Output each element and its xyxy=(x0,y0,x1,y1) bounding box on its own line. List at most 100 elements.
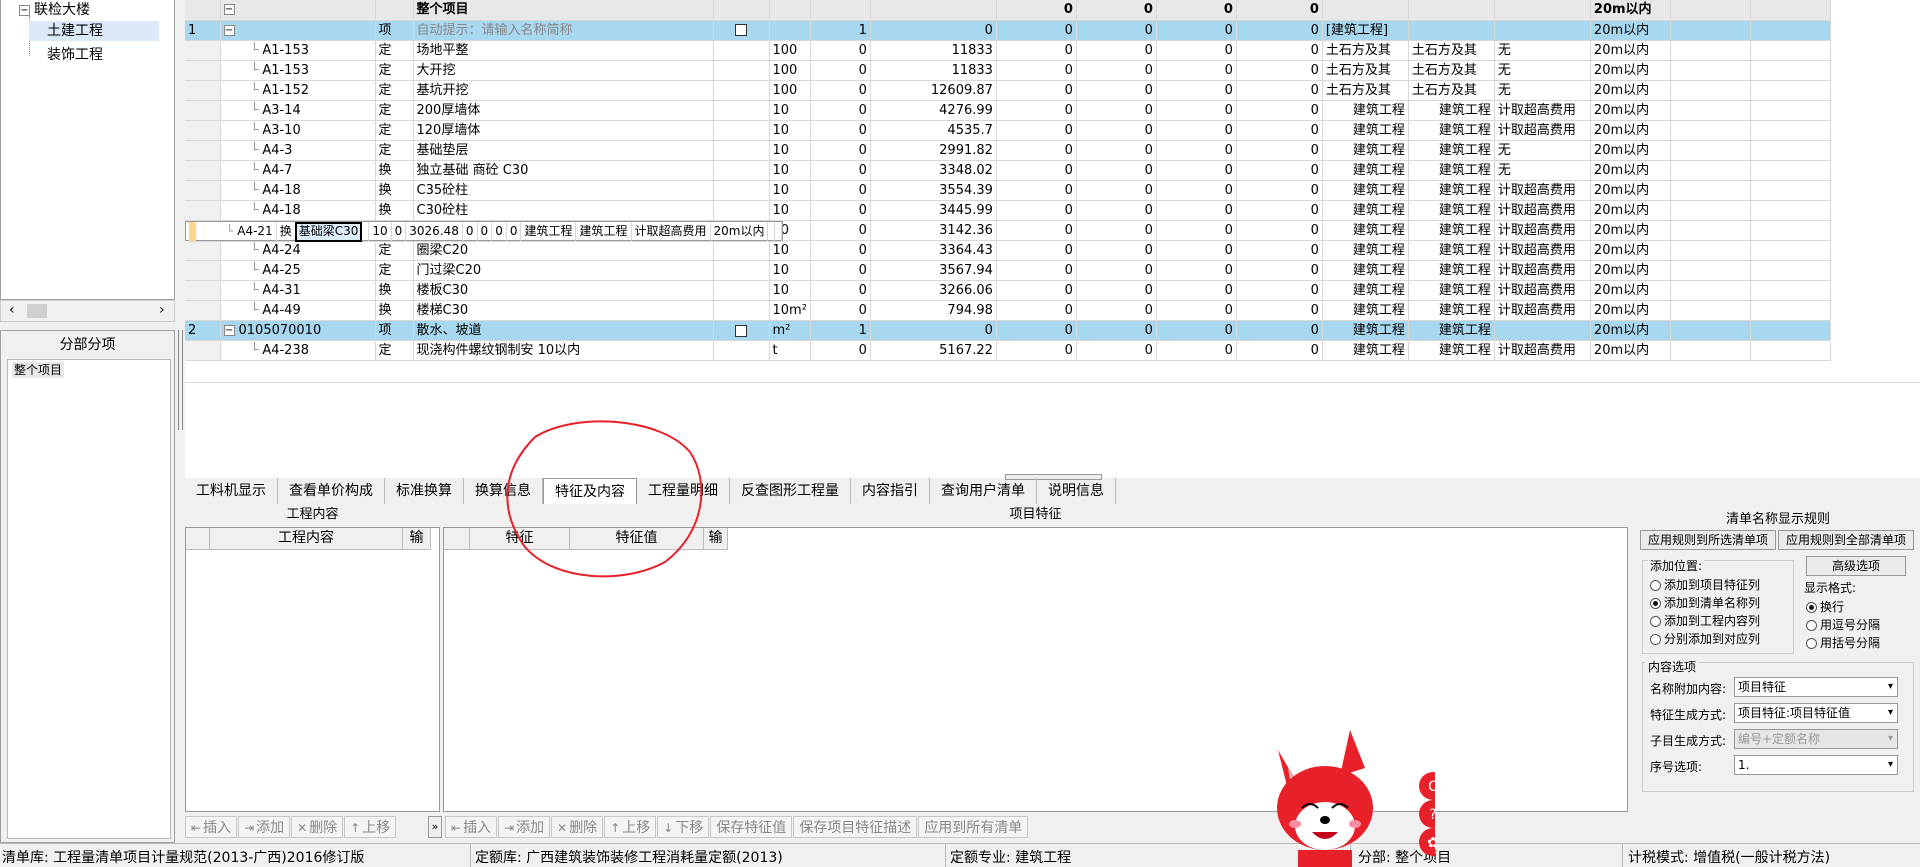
unit-cell[interactable]: 10m² xyxy=(769,300,811,321)
format-option-1[interactable]: 用逗号分隔 xyxy=(1806,617,1880,633)
table-row[interactable]: └ A1-153 定大开挖 100 0 11833 0 0 0 0 土石方及其 土石方及其无 20m以内 xyxy=(185,60,1831,81)
unit-cell[interactable]: 10 xyxy=(769,260,811,281)
unit-cell[interactable]: 10 xyxy=(769,240,811,261)
collapse-icon[interactable]: − xyxy=(19,4,30,16)
specialty-cell[interactable]: 建筑工程 xyxy=(1322,220,1409,241)
height-cell[interactable]: 20m以内 xyxy=(1590,40,1671,61)
specialty2-cell[interactable]: 建筑工程 xyxy=(1408,300,1495,321)
serial-option-select[interactable]: 1. ▾ xyxy=(1734,755,1898,775)
code-cell[interactable]: └ A1-153 xyxy=(220,60,376,81)
unit-cell[interactable]: 10 xyxy=(769,140,811,161)
scroll-thumb[interactable] xyxy=(27,304,47,318)
code-cell[interactable]: └ A4-18 xyxy=(220,180,376,201)
quantity-cell[interactable]: 0 xyxy=(810,100,871,121)
height-cell[interactable]: 20m以内 xyxy=(710,221,769,242)
work-content-column[interactable]: 工程内容 xyxy=(210,528,403,550)
unit-cell[interactable] xyxy=(769,20,811,41)
overheight-cell[interactable]: 计取超高费用 xyxy=(1494,220,1591,241)
row-number[interactable] xyxy=(185,340,221,361)
height-cell[interactable]: 20m以内 xyxy=(1590,200,1671,221)
position-option-2[interactable]: 添加到工程内容列 xyxy=(1650,613,1760,629)
specialty2-cell[interactable]: 建筑工程 xyxy=(1408,200,1495,221)
height-cell[interactable]: 20m以内 xyxy=(1590,300,1671,321)
row-number[interactable] xyxy=(185,160,221,181)
table-row[interactable]: └ A4-7 换独立基础 商砼 C30 10 0 3348.02 0 0 0 0 建筑工程 建筑工程无… xyxy=(185,160,1831,181)
row-number[interactable] xyxy=(185,140,221,161)
checkbox-cell[interactable] xyxy=(713,240,770,261)
specialty-cell[interactable]: 建筑工程 xyxy=(1322,320,1409,341)
code-cell[interactable]: − xyxy=(220,20,376,41)
name-cell[interactable]: 200厚墙体 xyxy=(413,100,714,121)
specialty-cell[interactable]: 建筑工程 xyxy=(1322,300,1409,321)
row-number[interactable] xyxy=(185,260,221,281)
apply-all-button[interactable]: 应用规则到全部清单项 xyxy=(1778,530,1914,550)
checkbox[interactable] xyxy=(735,24,747,36)
height-cell[interactable]: 20m以内 xyxy=(1590,120,1671,141)
checkbox-cell[interactable] xyxy=(713,40,770,61)
table-row[interactable]: └ A1-153 定场地平整 100 0 11833 0 0 0 0 土石方及其 土石方及其无 20m以… xyxy=(185,40,1831,61)
tree-item-civil[interactable]: 土建工程 xyxy=(29,21,159,41)
specialty2-cell[interactable]: 建筑工程 xyxy=(1408,160,1495,181)
checkbox-cell[interactable] xyxy=(713,340,770,361)
unit-cell[interactable]: 10 xyxy=(769,180,811,201)
checkbox-cell[interactable] xyxy=(713,280,770,301)
specialty-cell[interactable]: 建筑工程 xyxy=(1322,340,1409,361)
output-column[interactable]: 输 xyxy=(403,528,431,550)
left-buttons-1[interactable]: ⇥ 添加 xyxy=(238,816,291,838)
table-row[interactable]: └ A4-238 定现浇构件螺纹钢制安 10以内 t 0 5167.22 0 0 0 0 建筑工程建… xyxy=(185,340,1831,361)
height-cell[interactable]: 20m以内 xyxy=(1590,140,1671,161)
checkbox-cell[interactable] xyxy=(713,200,770,221)
unit-cell[interactable]: m² xyxy=(769,320,811,341)
collapse-icon[interactable]: − xyxy=(223,325,235,336)
row-number[interactable] xyxy=(185,180,221,201)
name-cell[interactable]: 大开挖 xyxy=(413,60,714,81)
collapse-icon[interactable]: − xyxy=(223,24,235,36)
scroll-left-icon[interactable]: ‹ xyxy=(9,302,15,318)
radio-icon[interactable] xyxy=(1806,620,1817,631)
quantity-cell[interactable]: 0 xyxy=(810,260,871,281)
table-row[interactable]: └ A4-31 换楼板C30 10 0 3266.06 0 0 0 0 建筑工程 建筑工程 计取超高费用… xyxy=(185,280,1831,301)
table-row[interactable]: └ A1-152 定基坑开挖 100 0 12609.87 0 0 0 0 土石方及其 土石方及其无 2… xyxy=(185,80,1831,101)
division-item[interactable]: 整个项目 xyxy=(12,362,65,378)
name-cell[interactable]: 整个项目 xyxy=(413,0,714,21)
tab-0[interactable]: 工料机显示 xyxy=(185,478,278,504)
feature-buttons-1[interactable]: ⇥ 添加 xyxy=(498,816,551,838)
tab-6[interactable]: 反查图形工程量 xyxy=(730,478,851,504)
height-cell[interactable]: 20m以内 xyxy=(1590,320,1671,341)
checkbox-cell[interactable] xyxy=(361,221,370,242)
grid-root-row[interactable]: − 整个项目 0 0 0 0 20m以内 xyxy=(185,0,1831,21)
height-cell[interactable]: 20m以内 xyxy=(1590,220,1671,241)
height-cell[interactable]: 20m以内 xyxy=(1590,160,1671,181)
feature-buttons-7[interactable]: 应用到所有清单 xyxy=(918,816,1029,838)
quantity-cell[interactable]: 0 xyxy=(810,140,871,161)
specialty2-cell[interactable]: 建筑工程 xyxy=(1408,320,1495,341)
name-cell[interactable]: 基础垫层 xyxy=(413,140,714,161)
overheight-cell[interactable]: 计取超高费用 xyxy=(631,221,711,242)
specialty-cell[interactable]: 建筑工程 xyxy=(1322,100,1409,121)
tree-item-decoration[interactable]: 装饰工程 xyxy=(29,45,103,65)
name-cell[interactable]: 圈梁C20 xyxy=(413,240,714,261)
radio-icon[interactable] xyxy=(1806,638,1817,649)
feature-gen-select[interactable]: 项目特征:项目特征值 ▾ xyxy=(1734,703,1898,723)
code-cell[interactable]: └ A4-31 xyxy=(220,280,376,301)
checkbox-cell[interactable] xyxy=(713,320,770,341)
feature-buttons-0[interactable]: ⇤ 插入 xyxy=(445,816,498,838)
position-option-0[interactable]: 添加到项目特征列 xyxy=(1650,577,1760,593)
format-option-0[interactable]: 换行 xyxy=(1806,599,1844,615)
quantity-cell[interactable]: 0 xyxy=(810,220,871,241)
unit-cell[interactable]: 10 xyxy=(769,160,811,181)
specialty2-cell[interactable]: 建筑工程 xyxy=(1408,340,1495,361)
quantity-cell[interactable]: 0 xyxy=(810,80,871,101)
table-row[interactable]: └ A4-18 换 C30砼柱 10 0 3445.99 0 0 0 0 建筑工程 建筑工程 计取超高费用… xyxy=(185,200,1831,221)
row-number[interactable]: 2 xyxy=(185,320,221,341)
code-cell[interactable]: └ A4-18 xyxy=(220,200,376,221)
scroll-right-icon[interactable]: › xyxy=(159,302,165,318)
name-cell[interactable]: C30砼柱 xyxy=(413,200,714,221)
tab-1[interactable]: 查看单价构成 xyxy=(278,478,385,504)
unit-cell[interactable]: 100 xyxy=(769,40,811,61)
code-cell[interactable]: └ A1-153 xyxy=(220,40,376,61)
collapse-icon[interactable]: − xyxy=(223,4,235,16)
unit-cell[interactable]: 100 xyxy=(769,80,811,101)
unit-cell[interactable]: 10 xyxy=(769,120,811,141)
feature-buttons-4[interactable]: ↓ 下移 xyxy=(657,816,710,838)
